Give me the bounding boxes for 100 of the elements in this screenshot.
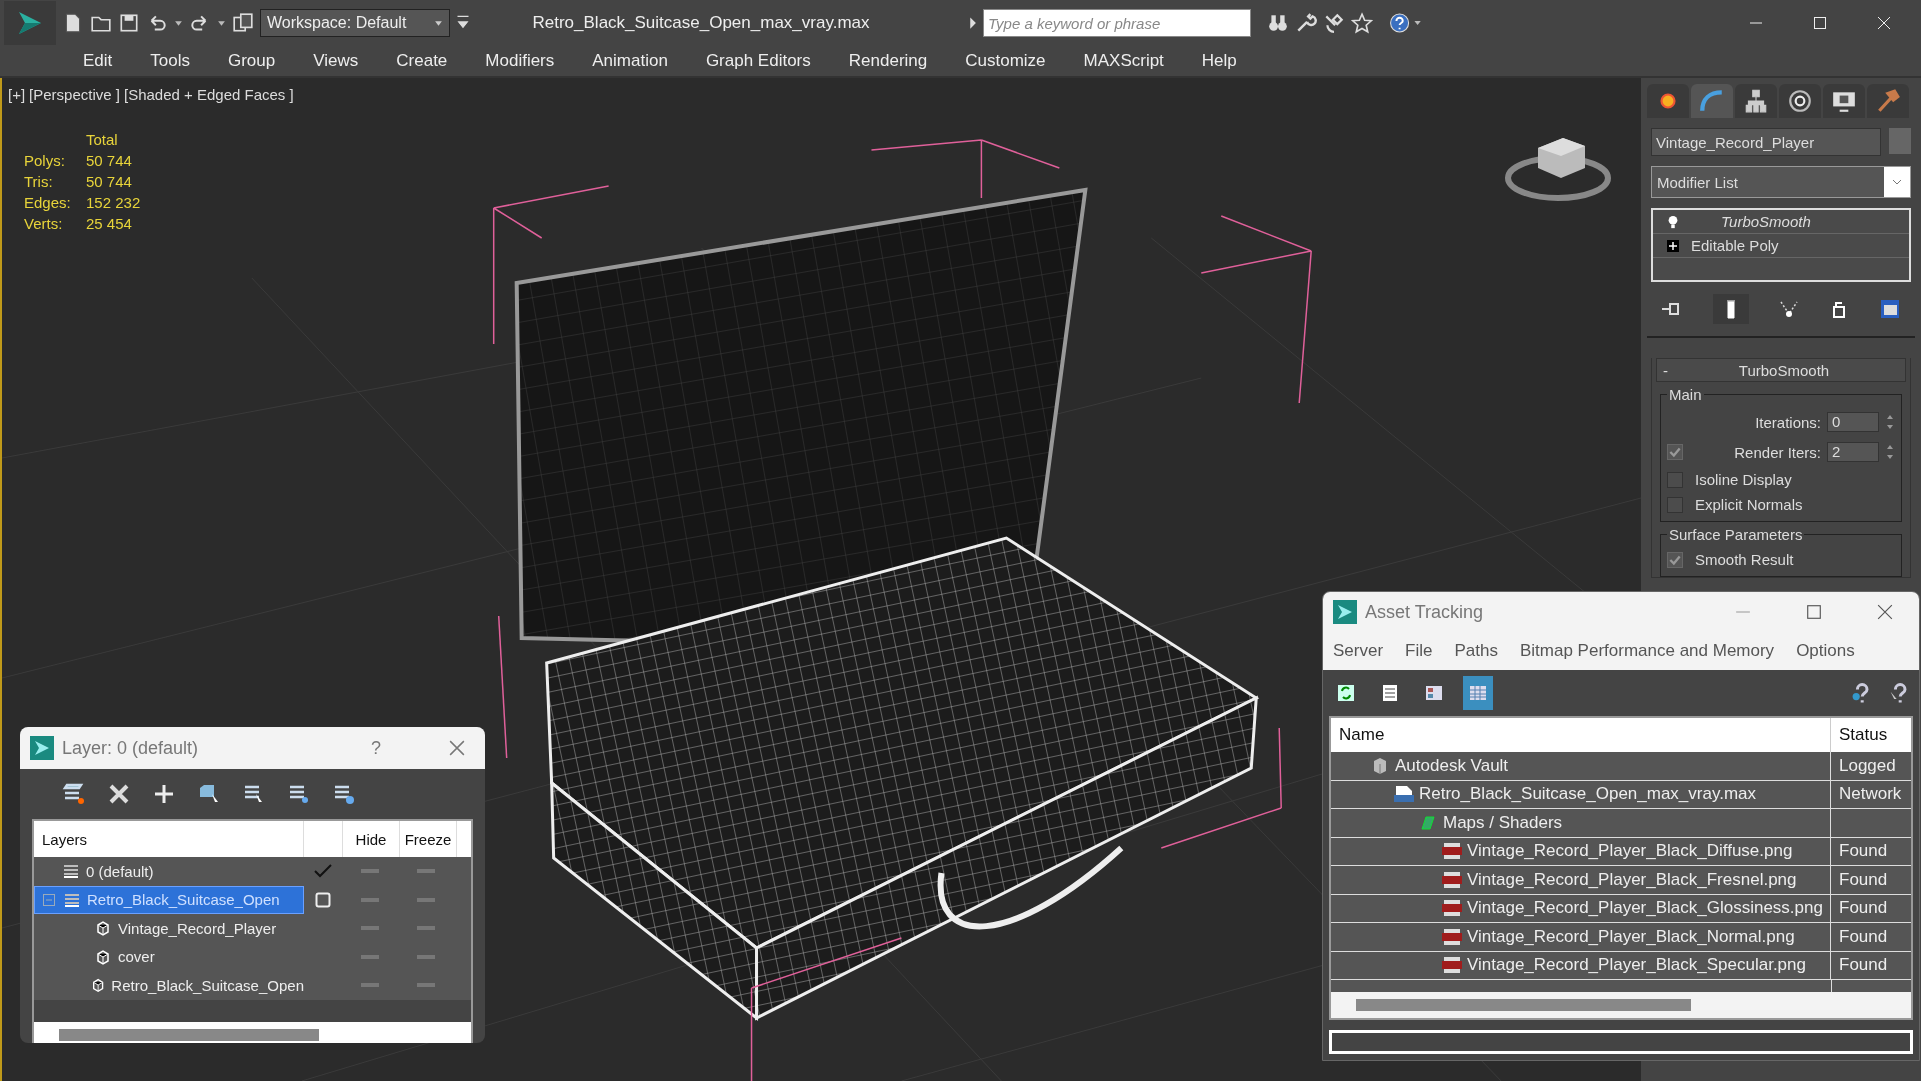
caret-icon[interactable] [174, 18, 183, 28]
freeze-toggle[interactable] [417, 926, 435, 931]
wrench-icon[interactable] [1295, 12, 1317, 34]
configure-sets-icon[interactable] [1879, 299, 1900, 319]
display-tab[interactable] [1823, 84, 1865, 118]
viewport-label[interactable]: [Perspective ] [29, 86, 120, 103]
refresh-icon[interactable] [1336, 683, 1356, 703]
caret-icon[interactable] [217, 18, 226, 28]
menu-item[interactable]: Help [1182, 51, 1256, 71]
star-icon[interactable] [1351, 12, 1373, 34]
menu-item[interactable]: Graph Editors [686, 51, 830, 71]
motion-tab[interactable] [1779, 84, 1821, 118]
layer-row[interactable]: Vintage_Record_Player [34, 914, 304, 943]
asset-row[interactable]: Vintage_Record_Player_Black_Glossiness.png [1331, 894, 1831, 922]
hide-toggle[interactable] [361, 869, 379, 874]
menu-item[interactable]: Paths [1454, 641, 1498, 661]
hide-toggle[interactable] [361, 983, 379, 988]
help-button[interactable]: ? [371, 737, 401, 759]
checkmark-icon[interactable] [313, 864, 333, 879]
menu-item[interactable]: Customize [946, 51, 1065, 71]
layers-icon[interactable] [62, 782, 86, 806]
menu-item[interactable]: File [1405, 641, 1433, 661]
hierarchy-tab[interactable] [1735, 84, 1777, 118]
modifier-list-dropdown[interactable]: Modifier List [1651, 166, 1911, 198]
column-header[interactable]: Name [1331, 718, 1831, 752]
rollout-header[interactable]: - TurboSmooth [1656, 358, 1906, 382]
color-swatch[interactable] [1889, 128, 1911, 154]
menu-item[interactable]: Views [294, 51, 378, 71]
menu-item[interactable]: Animation [573, 51, 687, 71]
checkbox[interactable] [1667, 496, 1683, 513]
menu-item[interactable]: Server [1333, 641, 1384, 661]
column-header[interactable]: Hide [343, 821, 400, 857]
table-icon[interactable] [1468, 683, 1488, 703]
asset-row[interactable]: Vintage_Record_Player_Black_Specular.png [1331, 951, 1831, 979]
path-field[interactable] [1329, 1030, 1913, 1054]
add-icon[interactable] [152, 782, 176, 806]
asset-row[interactable]: Maps / Shaders [1331, 809, 1831, 837]
target-icon[interactable] [1787, 88, 1813, 114]
create-tab[interactable] [1647, 84, 1689, 118]
column-header[interactable]: Layers [34, 821, 304, 857]
expand-plus-icon[interactable] [1667, 238, 1679, 253]
hide-toggle[interactable] [361, 926, 379, 931]
freeze-toggle[interactable] [417, 954, 435, 959]
spinner-field[interactable]: 2 [1827, 442, 1879, 462]
lightbulb-icon[interactable] [1667, 214, 1679, 229]
close-icon[interactable] [449, 740, 465, 756]
scrollbar-thumb[interactable] [59, 1028, 319, 1041]
menu-item[interactable]: Group [209, 51, 295, 71]
satellite-icon[interactable] [1323, 12, 1345, 34]
menu-item[interactable]: Tools [131, 51, 209, 71]
hide-toggle[interactable] [361, 897, 379, 902]
search-field[interactable]: Type a keyword or phrase [983, 9, 1251, 37]
menu-item[interactable]: Bitmap Performance and Memory [1519, 641, 1775, 661]
freeze-toggle[interactable] [417, 897, 435, 902]
layer-row[interactable]: Retro_Black_Suitcase_Open [34, 971, 304, 1000]
column-header[interactable]: Status [1831, 718, 1888, 752]
spinner-field[interactable]: 0 [1827, 412, 1879, 432]
menu-item[interactable]: Options [1796, 641, 1855, 661]
hierarchy-icon[interactable] [1743, 88, 1769, 114]
maximize-icon[interactable] [1806, 604, 1822, 620]
asset-row[interactable]: Vintage_Record_Player_Black_Fresnel.png [1331, 866, 1831, 894]
hide-toggle[interactable] [361, 954, 379, 959]
menu-item[interactable]: MAXScript [1064, 51, 1183, 71]
layer-row[interactable]: cover [34, 942, 304, 971]
layer-row[interactable]: 0 (default) [34, 857, 304, 886]
thumbnails-icon[interactable] [1424, 683, 1444, 703]
save-icon[interactable] [118, 12, 140, 34]
delete-icon[interactable] [107, 782, 131, 806]
viewport-label[interactable]: [+] [8, 86, 26, 103]
column-header[interactable]: Freeze [400, 821, 457, 857]
curve-icon[interactable] [1699, 88, 1725, 114]
checkbox[interactable] [1667, 444, 1683, 460]
modifier-stack-item[interactable]: Editable Poly [1653, 234, 1909, 258]
menu-item[interactable]: Edit [64, 51, 132, 71]
expand-arrow-icon[interactable] [968, 16, 977, 30]
checkbox[interactable] [1667, 551, 1683, 568]
utilities-tab[interactable] [1867, 84, 1909, 118]
checkbox[interactable] [1667, 471, 1683, 488]
menu-item[interactable]: Modifiers [466, 51, 574, 71]
vertex-icon[interactable] [1778, 299, 1799, 319]
modifier-stack-item[interactable]: TurboSmooth [1653, 210, 1909, 234]
asset-row[interactable]: Retro_Black_Suitcase_Open_max_vray.max [1331, 780, 1831, 808]
table-view-button[interactable] [1463, 676, 1493, 710]
freeze-toggle[interactable] [417, 983, 435, 988]
close-icon[interactable] [1877, 604, 1893, 620]
menu-item[interactable]: Create [377, 51, 467, 71]
set-current-icon[interactable] [315, 891, 331, 908]
asset-row[interactable]: Vintage_Record_Player_Black_Diffuse.png [1331, 837, 1831, 865]
binoculars-icon[interactable] [1267, 12, 1289, 34]
list-icon[interactable] [1380, 683, 1400, 703]
layer-row[interactable]: Retro_Black_Suitcase_Open [34, 885, 304, 914]
scrollbar-thumb[interactable] [1356, 999, 1691, 1011]
hammer-icon[interactable] [1875, 88, 1901, 114]
object-name-field[interactable]: Vintage_Record_Player [1651, 128, 1881, 156]
asset-row[interactable]: Vintage_Record_Player_Black_Normal.png [1331, 923, 1831, 951]
project-folder-icon[interactable] [232, 12, 254, 34]
menu-item[interactable]: Rendering [829, 51, 947, 71]
workspace-dropdown[interactable]: Workspace: Default [260, 9, 450, 37]
freeze-toggle[interactable] [417, 869, 435, 874]
viewport-label[interactable]: [Shaded + Edged Faces ] [124, 86, 294, 103]
